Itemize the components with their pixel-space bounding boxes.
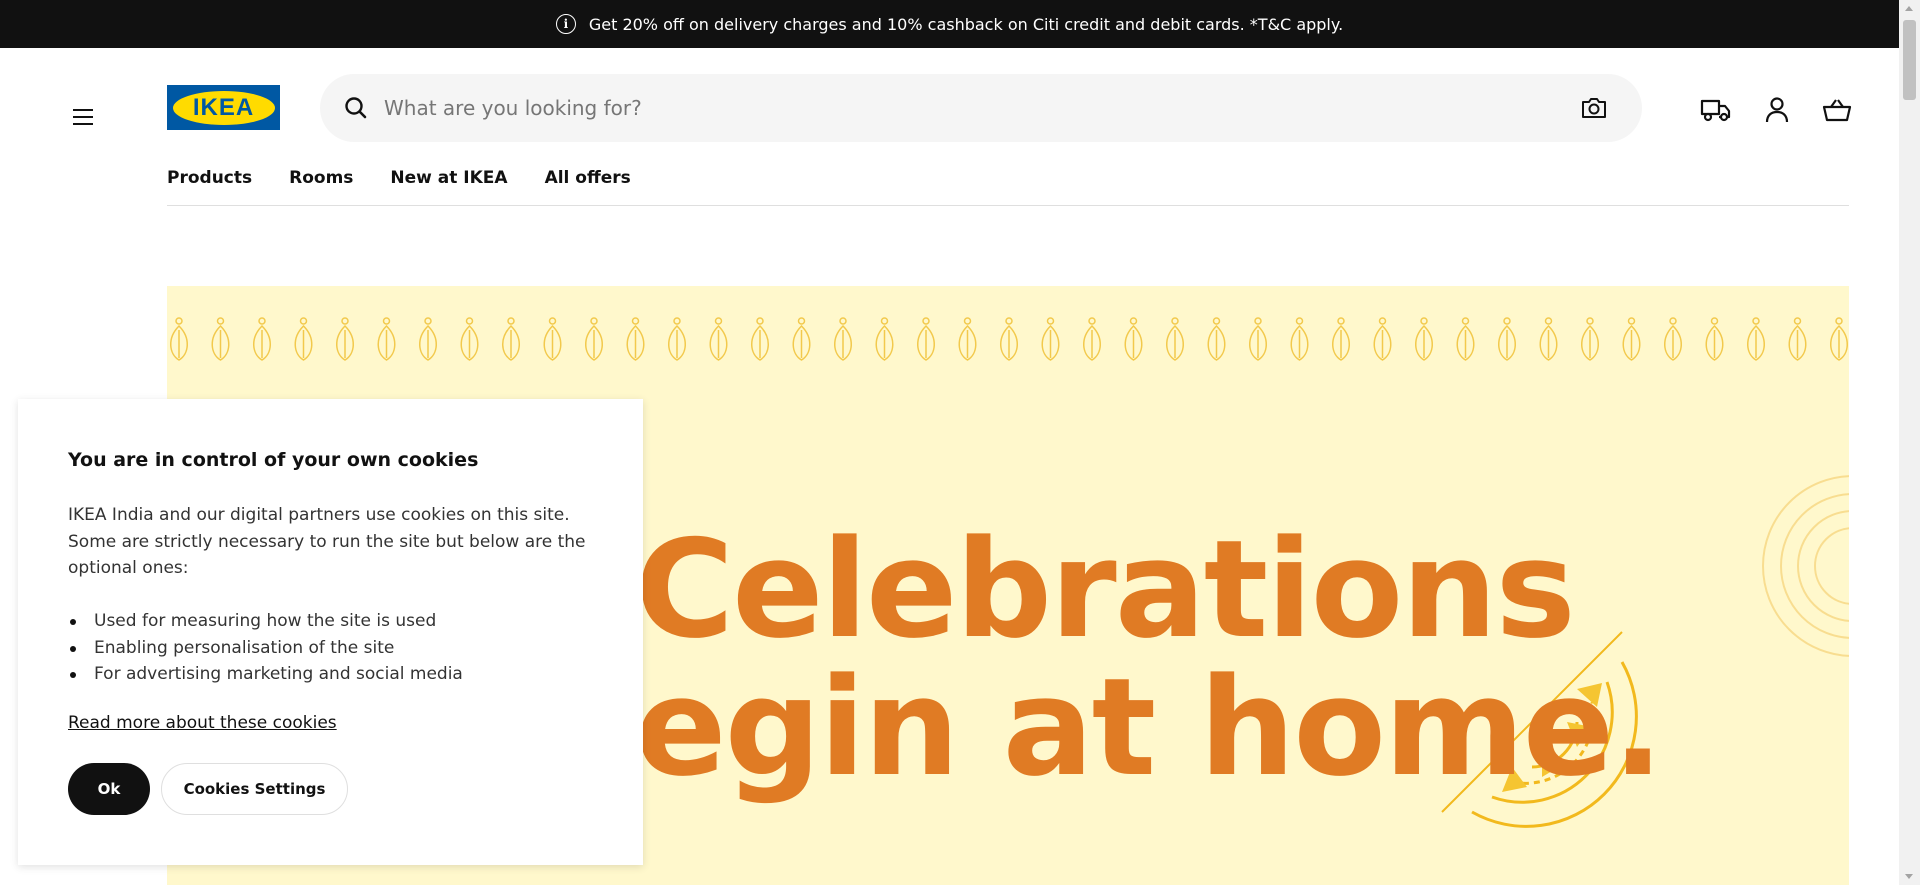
hero-title-line-2: egin at home. xyxy=(635,649,1664,806)
promo-banner[interactable]: i Get 20% off on delivery charges and 10… xyxy=(0,0,1899,48)
nav-item-new-at-ikea[interactable]: New at IKEA xyxy=(390,168,507,205)
scroll-down-arrow-icon[interactable] xyxy=(1905,874,1913,879)
menu-icon[interactable] xyxy=(62,96,104,138)
read-more-cookies-link[interactable]: Read more about these cookies xyxy=(68,713,337,733)
leaf-icon xyxy=(875,317,894,361)
leaf-icon xyxy=(668,317,686,361)
leaf-icon xyxy=(1041,317,1060,361)
user-icon[interactable] xyxy=(1761,94,1793,126)
leaf-icon xyxy=(626,317,645,361)
leaf-icon xyxy=(1788,317,1807,361)
leaf-icon xyxy=(1830,317,1848,361)
leaf-icon xyxy=(1581,317,1599,361)
leaf-icon xyxy=(1705,317,1724,361)
list-item: For advertising marketing and social med… xyxy=(68,661,463,688)
leaf-icon xyxy=(1332,317,1350,361)
search-input[interactable] xyxy=(384,96,1534,120)
leaf-icon xyxy=(1124,317,1143,361)
leaf-icon xyxy=(502,317,520,361)
info-icon: i xyxy=(555,14,576,34)
search-icon[interactable] xyxy=(342,94,370,122)
hero-title-line-1: Celebrations xyxy=(635,511,1576,668)
cookie-dialog-description: IKEA India and our digital partners use … xyxy=(68,505,586,578)
page-scrollbar[interactable] xyxy=(1899,0,1920,885)
leaf-icon xyxy=(1664,317,1682,361)
hero-title: Celebrations egin at home. xyxy=(635,511,1664,806)
nav-item-rooms[interactable]: Rooms xyxy=(289,168,353,205)
search-bar[interactable] xyxy=(320,74,1642,142)
leaf-icon xyxy=(1083,317,1101,361)
leaf-icon xyxy=(419,317,437,361)
cookie-dialog-title: You are in control of your own cookies xyxy=(68,449,479,471)
cookie-consent-dialog: You are in control of your own cookies I… xyxy=(18,399,643,865)
scrollbar-thumb[interactable] xyxy=(1903,20,1916,100)
leaf-icon xyxy=(958,317,977,361)
camera-icon[interactable] xyxy=(1580,96,1608,120)
leaf-icon xyxy=(253,317,271,361)
leaf-icon xyxy=(751,317,769,361)
leaf-icon xyxy=(1290,317,1309,361)
main-nav: Products Rooms New at IKEA All offers xyxy=(167,168,1849,206)
leaf-icon xyxy=(336,317,354,361)
cookies-settings-button[interactable]: Cookies Settings xyxy=(161,763,348,815)
nav-item-all-offers[interactable]: All offers xyxy=(545,168,631,205)
mandala-decoration-right xyxy=(1762,475,1849,657)
nav-item-products[interactable]: Products xyxy=(167,168,252,205)
leaf-icon xyxy=(834,317,852,361)
promo-text: Get 20% off on delivery charges and 10% … xyxy=(588,14,1344,34)
leaf-icon xyxy=(1373,317,1392,361)
delivery-truck-icon[interactable] xyxy=(1700,94,1732,126)
leaf-icon xyxy=(709,317,728,361)
list-item: Used for measuring how the site is used xyxy=(68,608,463,635)
leaf-icon xyxy=(1000,317,1018,361)
ok-button[interactable]: Ok xyxy=(68,763,150,815)
leaf-icon xyxy=(211,317,230,361)
leaf-icon xyxy=(377,317,396,361)
cookie-purpose-list: Used for measuring how the site is used … xyxy=(68,608,463,688)
list-item: Enabling personalisation of the site xyxy=(68,635,463,662)
leaf-icon xyxy=(1415,317,1433,361)
shopping-bag-icon[interactable] xyxy=(1821,94,1853,126)
leaf-icon xyxy=(1498,317,1516,361)
site-header: IKEA xyxy=(0,48,1899,168)
leaf-icon xyxy=(1456,317,1475,361)
leaf-icon xyxy=(1207,317,1226,361)
leaf-icon xyxy=(294,317,313,361)
leaf-icon xyxy=(460,317,479,361)
leaf-pattern xyxy=(170,317,1848,361)
leaf-icon xyxy=(585,317,603,361)
leaf-icon xyxy=(543,317,562,361)
ikea-logo[interactable]: IKEA xyxy=(167,85,280,130)
logo-text: IKEA xyxy=(192,93,255,121)
leaf-icon xyxy=(1249,317,1267,361)
leaf-icon xyxy=(917,317,935,361)
leaf-icon xyxy=(1539,317,1558,361)
leaf-icon xyxy=(1747,317,1765,361)
leaf-icon xyxy=(1622,317,1641,361)
scroll-up-arrow-icon[interactable] xyxy=(1905,6,1913,11)
leaf-icon xyxy=(792,317,811,361)
leaf-icon xyxy=(170,317,188,361)
leaf-icon xyxy=(1166,317,1184,361)
